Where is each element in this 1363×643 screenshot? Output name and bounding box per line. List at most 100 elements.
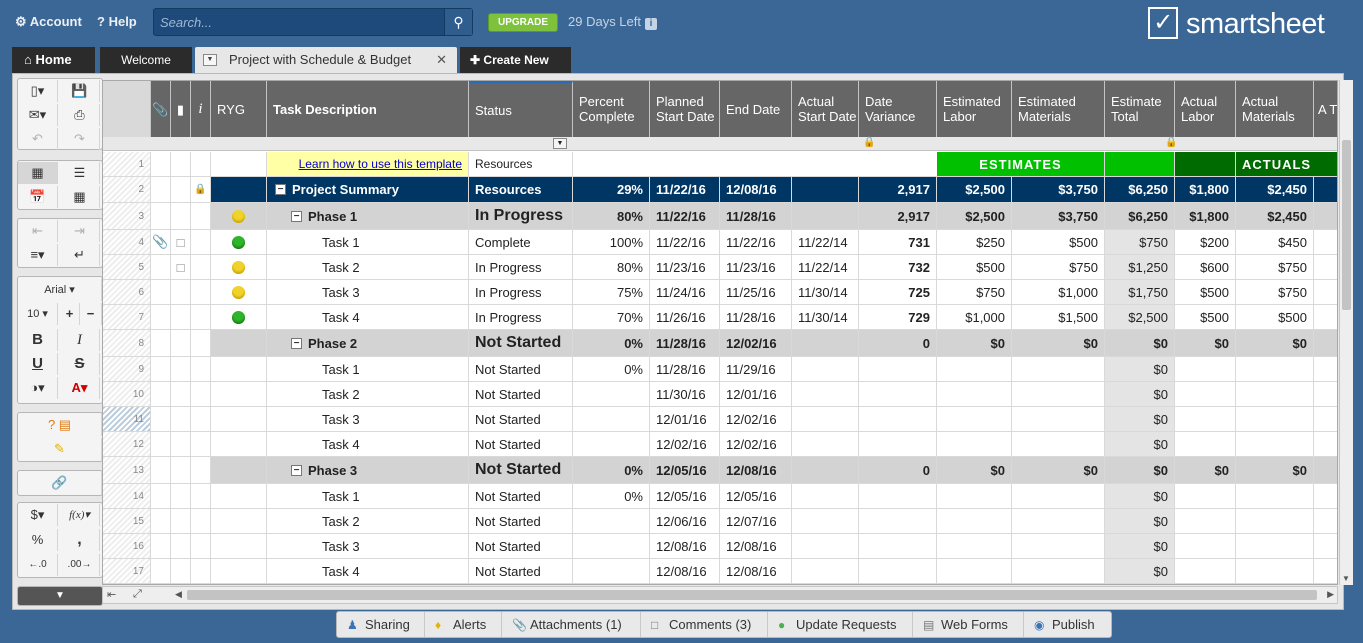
emat-cell[interactable] [1012,509,1105,533]
end-cell[interactable]: 12/08/16 [720,457,792,483]
ryg-cell[interactable] [211,509,267,533]
status-cell[interactable]: Not Started [469,330,573,356]
overflow-cell[interactable] [1314,305,1337,329]
status-cell[interactable]: In Progress [469,203,573,229]
etotal-cell[interactable]: $0 [1105,457,1175,483]
etotal-cell[interactable]: $0 [1105,382,1175,406]
col-actual-materials[interactable]: Actual Materials [1236,81,1314,137]
amat-cell[interactable]: $0 [1236,330,1314,356]
var-cell[interactable]: 2,917 [859,203,937,229]
attachment-cell[interactable] [151,280,171,304]
astart-cell[interactable] [792,484,859,508]
var-cell[interactable]: 2,917 [859,177,937,202]
end-cell[interactable]: 11/23/16 [720,255,792,279]
status-cell[interactable]: In Progress [469,280,573,304]
alabor-cell[interactable] [1175,357,1236,381]
align-icon[interactable]: ≡▾ [18,244,58,266]
end-cell[interactable]: 12/02/16 [720,432,792,456]
table-row[interactable]: 4 📎 □ Task 1 Complete 100% 11/22/16 11/22/16 11/… [103,230,1337,255]
alerts-button[interactable]: ♦ Alerts [425,612,502,637]
overflow-cell[interactable] [1314,330,1337,356]
elabor-cell[interactable] [937,382,1012,406]
percent-button[interactable]: % [18,529,58,551]
toolbar-expand[interactable]: ▼ [17,586,103,606]
comment-cell[interactable] [171,177,191,202]
elabor-cell[interactable]: $250 [937,230,1012,254]
italic-button[interactable]: I [60,329,100,351]
attachment-cell[interactable] [151,177,171,202]
pstart-cell[interactable]: 12/08/16 [650,534,720,558]
web-forms-button[interactable]: ▤ Web Forms [913,612,1024,637]
astart-cell[interactable] [792,330,859,356]
attachment-cell[interactable] [151,382,171,406]
col-planned-start[interactable]: Planned Start Date [650,81,720,137]
col-ryg[interactable]: RYG [211,81,267,137]
alabor-cell[interactable]: $0 [1175,330,1236,356]
overflow-cell[interactable] [1314,457,1337,483]
pstart-cell[interactable]: 11/22/16 [650,203,720,229]
col-date-variance[interactable]: Date Variance [859,81,937,137]
emat-cell[interactable] [1012,432,1105,456]
pstart-cell[interactable]: 11/24/16 [650,280,720,304]
pstart-cell[interactable]: 11/23/16 [650,255,720,279]
ryg-cell[interactable] [211,382,267,406]
conditional-format-icon[interactable]: ? ▤ [18,414,102,436]
alabor-cell[interactable] [1175,432,1236,456]
pct-cell[interactable]: 0% [573,330,650,356]
font-size-select[interactable]: 10 ▾ [18,303,58,325]
chevron-down-icon[interactable]: ▼ [203,54,217,66]
highlight-icon[interactable]: ✎ [18,438,102,460]
status-cell[interactable]: Not Started [469,407,573,431]
var-cell[interactable]: 732 [859,255,937,279]
scroll-thumb[interactable] [187,590,1317,600]
ryg-cell[interactable] [211,280,267,304]
emat-cell[interactable]: $1,500 [1012,305,1105,329]
pstart-cell[interactable]: 12/02/16 [650,432,720,456]
etotal-cell[interactable]: $1,750 [1105,280,1175,304]
table-row[interactable]: 7 Task 4 In Progress 70% 11/26/16 11/28/16 11/… [103,305,1337,330]
table-row[interactable]: 10 Task 2 Not Started 11/30/16 12/01/16 $0 [103,382,1337,407]
pct-cell[interactable]: 100% [573,230,650,254]
end-cell[interactable]: 11/29/16 [720,357,792,381]
overflow-cell[interactable] [1314,230,1337,254]
status-cell[interactable]: Resources [469,152,573,176]
overflow-cell[interactable] [1314,357,1337,381]
comments-button[interactable]: □ Comments (3) [641,612,768,637]
end-cell[interactable]: 12/05/16 [720,484,792,508]
amat-cell[interactable]: $500 [1236,305,1314,329]
row-number[interactable]: 17 [103,559,151,583]
etotal-cell[interactable]: $0 [1105,407,1175,431]
ryg-cell[interactable] [211,357,267,381]
collapse-icon[interactable]: − [291,337,302,349]
gantt-view-icon[interactable]: ☰ [60,162,100,184]
astart-cell[interactable] [792,382,859,406]
elabor-cell[interactable] [937,509,1012,533]
amat-cell[interactable] [1236,484,1314,508]
var-cell[interactable]: 0 [859,330,937,356]
attachment-cell[interactable] [151,255,171,279]
table-row[interactable]: 11 Task 3 Not Started 12/01/16 12/02/16 $0 [103,407,1337,432]
pstart-cell[interactable]: 12/08/16 [650,559,720,583]
row-number[interactable]: 4 [103,230,151,254]
pct-cell[interactable]: 75% [573,280,650,304]
task-cell[interactable]: Task 4 [267,305,469,329]
ryg-cell[interactable] [211,230,267,254]
ryg-cell[interactable] [211,484,267,508]
amat-cell[interactable]: $450 [1236,230,1314,254]
status-cell[interactable]: In Progress [469,255,573,279]
end-cell[interactable]: 12/08/16 [720,559,792,583]
pct-cell[interactable]: 0% [573,357,650,381]
font-decrease-icon[interactable]: − [80,303,102,325]
alabor-cell[interactable]: $600 [1175,255,1236,279]
var-cell[interactable] [859,534,937,558]
comment-icon[interactable]: □ [177,235,185,250]
task-cell[interactable]: Task 3 [267,534,469,558]
sharing-button[interactable]: ♟ Sharing [337,612,425,637]
attachment-cell[interactable] [151,330,171,356]
task-cell[interactable]: Task 4 [267,432,469,456]
attachment-cell[interactable] [151,457,171,483]
row-number[interactable]: 1 [103,152,151,176]
amat-cell[interactable] [1236,357,1314,381]
etotal-cell[interactable]: $0 [1105,357,1175,381]
comment-cell[interactable] [171,509,191,533]
